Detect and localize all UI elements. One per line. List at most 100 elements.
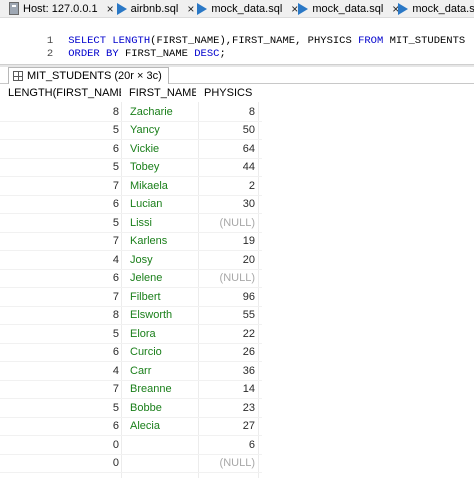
table-row[interactable]: 4 Josy 20 (0, 251, 262, 270)
cell-length[interactable]: 7 (0, 232, 121, 251)
cell-first-name[interactable]: Curcio (125, 343, 197, 362)
cell-length[interactable]: 8 (0, 306, 121, 325)
cell-length[interactable]: 0 (0, 436, 121, 455)
cell-length[interactable]: 6 (0, 269, 121, 288)
cell-physics[interactable]: 19 (199, 232, 257, 251)
table-row[interactable]: 8 Zacharie 8 (0, 103, 262, 122)
tab-mock-data-3-active[interactable]: mock_data.sql* × (395, 0, 474, 17)
cell-physics[interactable]: 6 (199, 436, 257, 455)
cell-first-name[interactable]: Filbert (125, 288, 197, 307)
cell-length[interactable]: 4 (0, 362, 121, 381)
cell-length[interactable]: 5 (0, 158, 121, 177)
cell-first-name[interactable]: Vickie (125, 140, 197, 159)
table-row[interactable]: 0 (NULL) (0, 454, 262, 473)
cell-length[interactable]: 7 (0, 288, 121, 307)
tab-mock-data-1[interactable]: mock_data.sql × (194, 0, 298, 17)
tab-host[interactable]: Host: 127.0.0.1 × (0, 0, 114, 17)
cell-first-name[interactable]: Josy (125, 251, 197, 270)
cell-physics[interactable]: 23 (199, 399, 257, 418)
table-row[interactable]: 5 Tobey 44 (0, 158, 262, 177)
column-header-length[interactable]: LENGTH(FIRST_NAME) (0, 85, 130, 102)
cell-first-name[interactable]: Elsworth (125, 306, 197, 325)
table-row[interactable]: 6 Curcio 26 (0, 343, 262, 362)
table-row[interactable]: 6 Jelene (NULL) (0, 269, 262, 288)
cell-physics[interactable]: (NULL) (199, 269, 257, 288)
cell-physics[interactable]: 30 (199, 195, 257, 214)
cell-length[interactable]: 6 (0, 140, 121, 159)
cell-length[interactable]: 6 (0, 417, 121, 436)
table-row[interactable]: 7 Filbert 96 (0, 288, 262, 307)
tab-host-close-icon[interactable]: × (107, 2, 114, 16)
result-grid[interactable]: LENGTH(FIRST_NAME) FIRST_NAME PHYSICS 8Z… (0, 85, 474, 478)
cell-length[interactable]: 5 (0, 399, 121, 418)
sql-keyword: DESC (194, 48, 220, 60)
cell-first-name[interactable]: Tobey (125, 158, 197, 177)
result-tab-mit-students[interactable]: MIT_STUDENTS (20r × 3c) (8, 67, 169, 84)
table-row[interactable]: 7 Breanne 14 (0, 380, 262, 399)
cell-length[interactable]: 0 (0, 454, 121, 473)
cell-length[interactable]: 5 (0, 121, 121, 140)
cell-length[interactable]: 8 (0, 103, 121, 122)
cell-first-name[interactable]: Bobbe (125, 399, 197, 418)
table-row[interactable]: 6 Vickie 64 (0, 140, 262, 159)
editor-line-2: 2 ORDER BY FIRST_NAME DESC; (0, 35, 226, 60)
cell-length[interactable]: 6 (0, 343, 121, 362)
tab-airbnb-close-icon[interactable]: × (187, 2, 194, 16)
cell-physics[interactable]: (NULL) (199, 454, 257, 473)
sql-identifier: ; (219, 48, 226, 60)
table-row[interactable]: 5 Lissi (NULL) (0, 214, 262, 233)
table-row[interactable]: 7 Mikaela 2 (0, 177, 262, 196)
cell-physics[interactable]: (NULL) (199, 214, 257, 233)
cell-first-name[interactable]: Jelene (125, 269, 197, 288)
cell-length[interactable]: 7 (0, 177, 121, 196)
cell-physics[interactable]: 26 (199, 343, 257, 362)
table-row[interactable]: 4 Carr 36 (0, 362, 262, 381)
cell-first-name[interactable]: Carr (125, 362, 197, 381)
cell-first-name[interactable]: Yancy (125, 121, 197, 140)
table-row[interactable]: 5 Yancy 50 (0, 121, 262, 140)
cell-first-name[interactable] (125, 436, 197, 455)
cell-first-name[interactable]: Zacharie (125, 103, 197, 122)
cell-physics[interactable]: 96 (199, 288, 257, 307)
cell-first-name[interactable]: Mikaela (125, 177, 197, 196)
cell-physics[interactable]: 22 (199, 325, 257, 344)
cell-physics[interactable]: 27 (199, 417, 257, 436)
cell-first-name[interactable]: Breanne (125, 380, 197, 399)
host-icon (9, 2, 19, 15)
cell-length[interactable]: 6 (0, 195, 121, 214)
cell-first-name[interactable]: Elora (125, 325, 197, 344)
cell-physics[interactable]: 64 (199, 140, 257, 159)
cell-physics[interactable]: 44 (199, 158, 257, 177)
cell-length[interactable]: 5 (0, 325, 121, 344)
table-row[interactable]: 06 (0, 436, 262, 455)
table-row[interactable]: 8 Elsworth 55 (0, 306, 262, 325)
sql-editor[interactable]: 1 SELECT LENGTH(FIRST_NAME),FIRST_NAME, P… (0, 18, 474, 64)
tab-airbnb-sql[interactable]: airbnb.sql × (114, 0, 194, 17)
cell-first-name[interactable]: Lissi (125, 214, 197, 233)
cell-physics[interactable]: 50 (199, 121, 257, 140)
tab-bar: Host: 127.0.0.1 × airbnb.sql × mock_data… (0, 0, 474, 18)
cell-physics[interactable]: 2 (199, 177, 257, 196)
cell-physics[interactable]: 55 (199, 306, 257, 325)
column-header-physics[interactable]: PHYSICS (196, 85, 258, 102)
cell-first-name[interactable]: Karlens (125, 232, 197, 251)
tab-mock-data-2[interactable]: mock_data.sql × (295, 0, 399, 17)
cell-length[interactable]: 4 (0, 251, 121, 270)
cell-length[interactable]: 7 (0, 380, 121, 399)
sql-keyword: FROM (358, 35, 390, 47)
cell-physics[interactable]: 14 (199, 380, 257, 399)
cell-physics[interactable]: 20 (199, 251, 257, 270)
table-row[interactable]: 5 Elora 22 (0, 325, 262, 344)
cell-physics[interactable]: 36 (199, 362, 257, 381)
table-row[interactable]: 7 Karlens 19 (0, 232, 262, 251)
column-header-first-name[interactable]: FIRST_NAME (121, 85, 199, 102)
cell-first-name[interactable]: Alecia (125, 417, 197, 436)
cell-first-name[interactable]: Lucian (125, 195, 197, 214)
table-row[interactable]: 6 Lucian 30 (0, 195, 262, 214)
table-row[interactable]: 6 Alecia 27 (0, 417, 262, 436)
result-tab-label: MIT_STUDENTS (20r × 3c) (27, 70, 162, 82)
table-row[interactable]: 5 Bobbe 23 (0, 399, 262, 418)
cell-length[interactable]: 5 (0, 214, 121, 233)
cell-physics[interactable]: 8 (199, 103, 257, 122)
cell-first-name[interactable] (125, 454, 197, 473)
